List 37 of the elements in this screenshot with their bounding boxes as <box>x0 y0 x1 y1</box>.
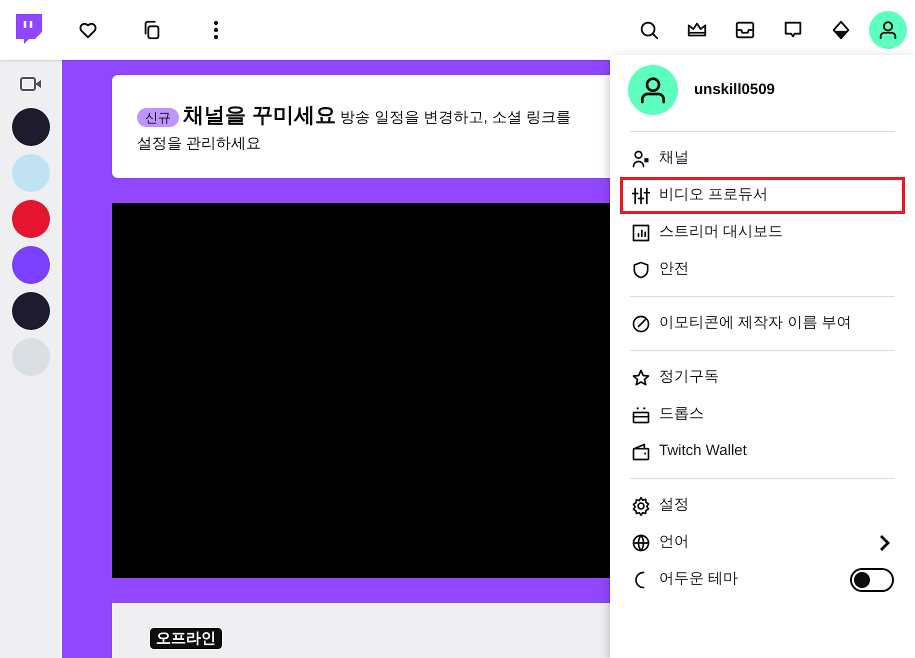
inbox-icon <box>734 19 756 41</box>
menu-item[interactable]: 스트리머 대시보드 <box>620 214 905 251</box>
star-icon <box>631 368 651 388</box>
globe-icon <box>631 532 651 552</box>
menu-item[interactable]: 어두운 테마 <box>620 561 905 598</box>
sliders-icon <box>631 186 651 206</box>
channel-avatar[interactable] <box>12 108 50 146</box>
menu-item[interactable]: 채널 <box>620 140 905 177</box>
gauge-icon <box>631 314 651 334</box>
offline-badge: 오프라인 <box>150 628 222 649</box>
menu-item[interactable]: 비디오 프로듀서 <box>620 177 905 214</box>
more-icon <box>212 19 220 41</box>
menu-item[interactable]: 설정 <box>620 487 905 524</box>
banner-text: 설정을 관리하세요 <box>137 134 262 154</box>
chest-icon <box>631 404 651 424</box>
channel-avatar[interactable] <box>12 292 50 330</box>
menu-item[interactable]: Twitch Wallet <box>620 433 905 470</box>
banner-title: 채널을 꾸미세요 <box>183 104 336 127</box>
username: unskill0509 <box>694 80 775 100</box>
banner-text: 방송 일정을 변경하고, 소셜 링크를 <box>340 109 572 126</box>
search-icon <box>638 19 660 41</box>
chart-icon <box>631 222 651 242</box>
menu-item[interactable]: 드롭스 <box>620 396 905 433</box>
chevron-icon <box>878 534 890 550</box>
diamond-icon <box>830 19 852 41</box>
user-icon <box>877 19 899 41</box>
person-camera-icon <box>631 148 651 168</box>
wallet-icon <box>631 442 651 462</box>
new-badge: 신규 <box>137 108 179 127</box>
menu-item[interactable]: 안전 <box>620 251 905 288</box>
menu-item[interactable]: 언어 <box>620 524 905 561</box>
shield-icon <box>631 260 651 280</box>
gear-icon <box>631 496 651 516</box>
menu-item[interactable]: 이모티콘에 제작자 이름 부여 <box>620 305 905 342</box>
toggle-switch[interactable] <box>850 568 894 592</box>
menu-item[interactable]: 정기구독 <box>620 359 905 396</box>
avatar-button[interactable] <box>869 11 907 49</box>
